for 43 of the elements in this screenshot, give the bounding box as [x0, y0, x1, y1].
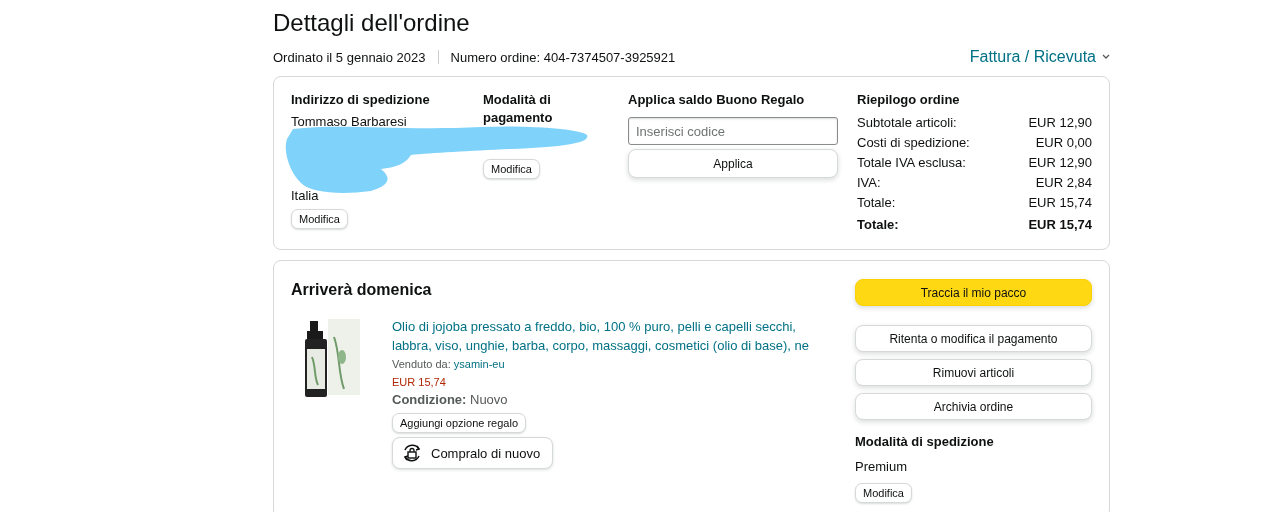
summary-label: Costi di spedizione:	[857, 134, 970, 152]
section-heading: Modalità di pagamento	[483, 91, 554, 127]
country: Italia	[291, 187, 320, 205]
section-heading: Applica saldo Buono Regalo	[628, 91, 806, 109]
product-price: EUR 15,74	[392, 375, 446, 390]
section-heading: Indirizzo di spedizione	[291, 91, 431, 109]
recipient-name: Tommaso Barbaresi	[291, 113, 408, 131]
order-date: Ordinato il 5 gennaio 2023	[273, 49, 426, 65]
summary-value: EUR 15,74	[1028, 194, 1092, 212]
summary-value: EUR 0,00	[1035, 134, 1092, 152]
edit-button[interactable]: Modifica	[483, 159, 540, 179]
section-heading: Riepilogo ordine	[857, 91, 961, 109]
track-package-button[interactable]: Traccia il mio pacco	[855, 279, 1092, 306]
summary-value: EUR 15,74	[1028, 216, 1092, 234]
summary-label: Totale IVA esclusa:	[857, 154, 966, 172]
order-number: Numero ordine: 404-7374507-3925921	[450, 49, 676, 65]
seller-link[interactable]: ysamin-eu	[453, 358, 505, 370]
summary-value: EUR 12,90	[1028, 114, 1092, 132]
delivery-heading: Arriverà domenica	[291, 280, 433, 300]
summary-value: EUR 2,84	[1035, 174, 1092, 192]
action-button[interactable]: Ritenta o modifica il pagamento	[855, 325, 1092, 352]
product-title-link[interactable]: Olio di jojoba pressato a freddo, bio, 100 % puro, pelli e capelli secchi, labbra, viso, unghie, barba, corpo, massaggi, cosmetici (olio di base), ne	[392, 317, 835, 355]
summary-label: IVA:	[857, 174, 881, 192]
summary-label: Totale:	[857, 194, 896, 212]
edit-button[interactable]: Modifica	[855, 483, 912, 503]
buy-again-button[interactable]: Compralo di nuovo	[392, 437, 554, 469]
gift-code-field[interactable]: Inserisci codice	[628, 117, 838, 145]
shipping-method: Premium	[855, 458, 908, 476]
reorder-icon	[401, 442, 423, 464]
chevron-down-icon	[1102, 54, 1110, 60]
apply-button[interactable]: Applica	[628, 149, 838, 178]
gift-option-button[interactable]: Aggiungi opzione regalo	[392, 413, 527, 433]
condition-text: Condizione: Nuovo	[392, 391, 508, 409]
sold-by-label: Venduto da:	[392, 358, 451, 370]
summary-label: Subtotale articoli:	[857, 114, 957, 132]
section-heading: Modalità di spedizione	[855, 433, 995, 451]
summary-value: EUR 12,90	[1028, 154, 1092, 172]
action-button[interactable]: Archivia ordine	[855, 393, 1092, 420]
invoice-link[interactable]: Fattura / Ricevuta	[969, 48, 1110, 66]
summary-label: Totale:	[857, 216, 899, 234]
page-title: Dettagli dell'ordine	[273, 8, 471, 38]
action-button[interactable]: Rimuovi articoli	[855, 359, 1092, 386]
edit-button[interactable]: Modifica	[291, 209, 348, 229]
